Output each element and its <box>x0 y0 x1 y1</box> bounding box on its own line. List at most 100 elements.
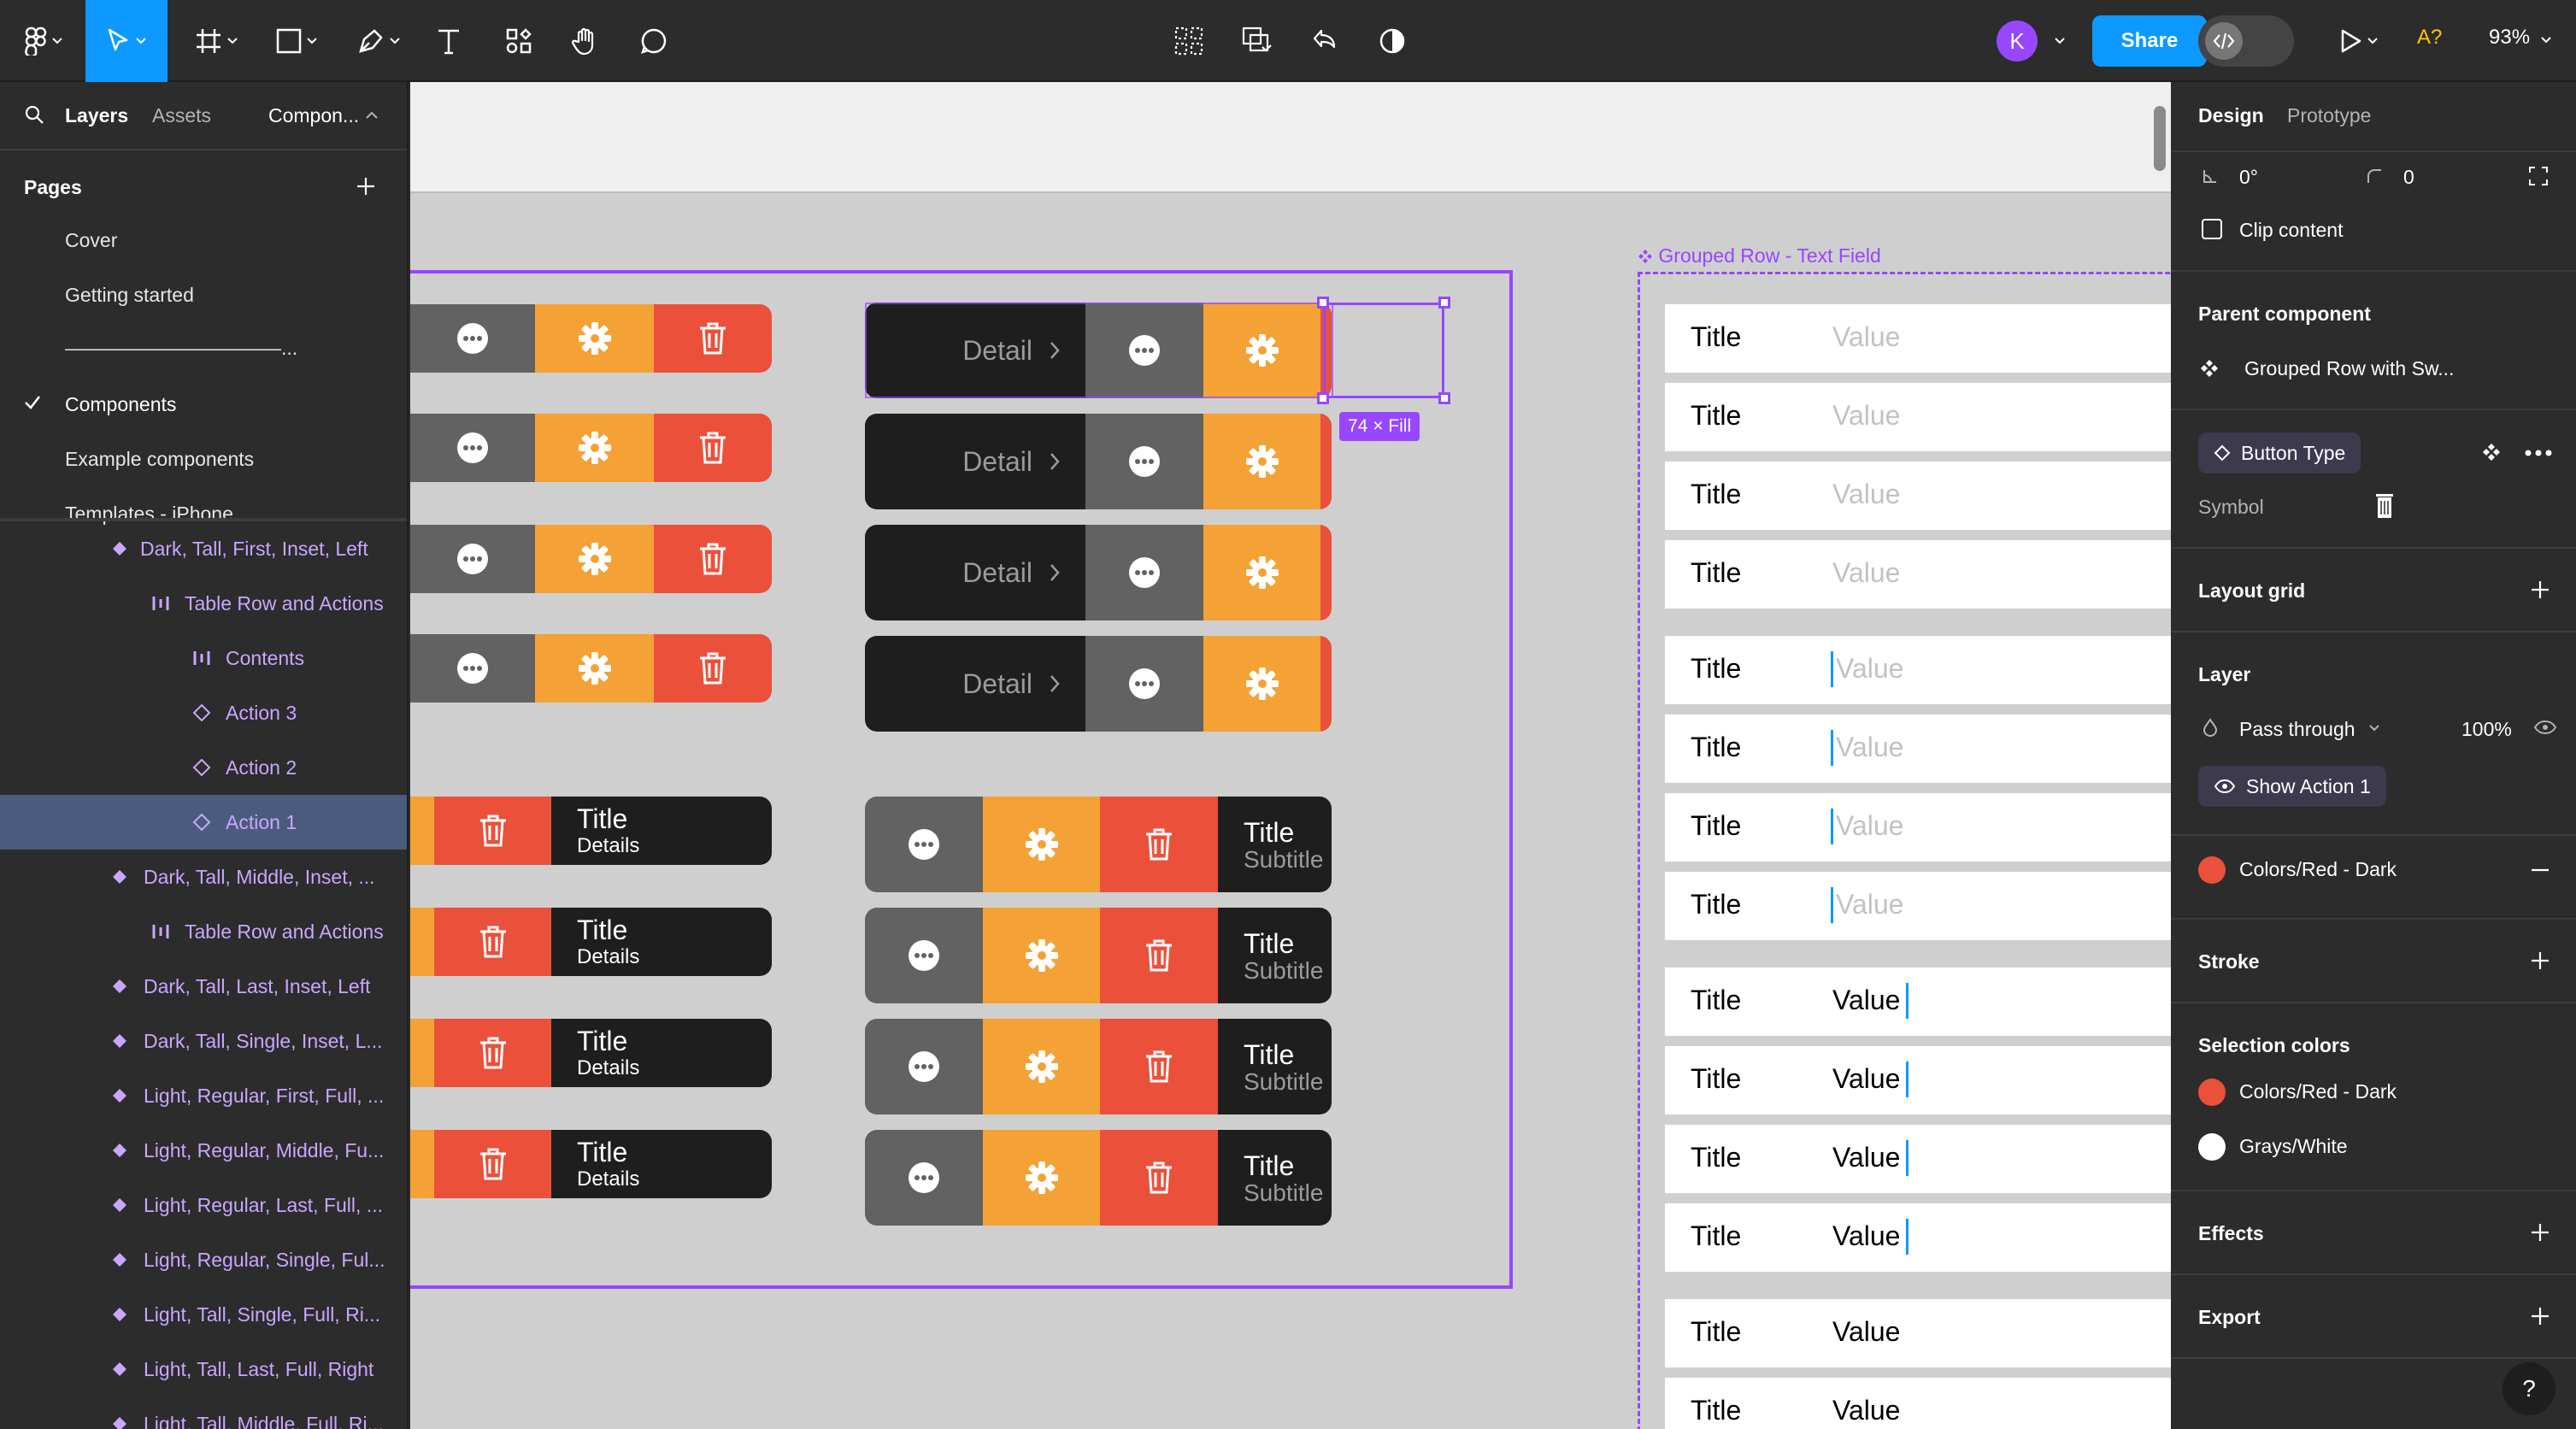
delete-action[interactable] <box>434 1130 551 1198</box>
field-value[interactable]: Value <box>1832 985 1900 1016</box>
swipe-row[interactable]: Title Details <box>410 1130 772 1198</box>
move-tool-button[interactable] <box>85 0 168 82</box>
more-action[interactable] <box>1085 636 1203 732</box>
add-page-icon[interactable] <box>356 176 376 197</box>
more-action[interactable] <box>865 1130 983 1226</box>
layer-row[interactable]: Table Row and Actions <box>0 904 407 959</box>
show-action-property[interactable]: Show Action 1 <box>2198 766 2386 807</box>
expand-corners-icon[interactable] <box>2528 166 2549 186</box>
pen-tool-button[interactable] <box>349 0 409 82</box>
resize-handle[interactable] <box>1438 297 1450 309</box>
remove-fill-icon[interactable] <box>2530 860 2550 880</box>
grid-layout-button[interactable] <box>1167 0 1210 82</box>
delete-action[interactable] <box>434 908 551 976</box>
selection-color-name[interactable]: Grays/White <box>2239 1135 2348 1158</box>
detail-action-row[interactable]: Detail <box>865 636 1332 732</box>
delete-action[interactable] <box>434 1019 551 1087</box>
more-action[interactable] <box>865 1019 983 1114</box>
fill-style-name[interactable]: Colors/Red - Dark <box>2239 858 2397 881</box>
page-item-components[interactable]: Components <box>65 393 176 416</box>
component-icon[interactable] <box>2482 443 2501 462</box>
text-field-row-filled[interactable]: Title Value <box>1665 1203 2171 1272</box>
field-value[interactable]: Value <box>1832 1395 1900 1426</box>
swipe-row-tall[interactable]: Title Subtitle <box>865 908 1332 1003</box>
selection-color-swatch[interactable] <box>2198 1133 2226 1161</box>
text-tool-button[interactable] <box>427 0 470 82</box>
settings-action[interactable] <box>983 908 1100 1003</box>
detail-action-row[interactable]: Detail <box>865 525 1332 620</box>
eye-icon[interactable] <box>2533 720 2557 735</box>
field-value[interactable]: Value <box>1832 479 1900 510</box>
main-menu-button[interactable] <box>15 0 72 82</box>
delete-action[interactable] <box>1320 636 1332 732</box>
selection-color-name[interactable]: Colors/Red - Dark <box>2239 1080 2397 1103</box>
text-field-row-focused[interactable]: Title Value <box>1665 714 2171 783</box>
add-effect-icon[interactable] <box>2530 1222 2550 1243</box>
field-value[interactable]: Value <box>1832 321 1900 353</box>
dev-mode-toggle[interactable] <box>2198 15 2294 67</box>
layer-row[interactable]: Table Row and Actions <box>0 576 407 631</box>
more-action[interactable] <box>1085 414 1203 509</box>
hand-tool-button[interactable] <box>564 0 607 82</box>
layer-row[interactable]: Contents <box>0 631 407 685</box>
more-action[interactable] <box>410 414 535 482</box>
frame-tool-button[interactable] <box>186 0 246 82</box>
settings-action[interactable] <box>1203 525 1320 620</box>
layer-row[interactable]: Action 2 <box>0 740 407 795</box>
corner-radius-input[interactable]: 0 <box>2403 166 2414 189</box>
parent-component-name[interactable]: Grouped Row with Sw... <box>2244 357 2454 380</box>
delete-action[interactable] <box>434 797 551 865</box>
selection-box[interactable] <box>1323 303 1444 398</box>
delete-action[interactable] <box>1100 908 1218 1003</box>
canvas[interactable]: Grouped Row - Text Field Detail Detail D… <box>410 82 2171 1429</box>
more-action[interactable] <box>865 797 983 892</box>
resources-tool-button[interactable] <box>497 0 540 82</box>
add-export-icon[interactable] <box>2530 1306 2550 1326</box>
field-value[interactable]: Value <box>1832 1316 1900 1348</box>
more-action[interactable] <box>410 525 535 593</box>
page-item-divider[interactable]: ———————————... <box>65 337 297 360</box>
text-field-row[interactable]: Title Value <box>1665 304 2171 373</box>
layer-row[interactable]: Light, Tall, Middle, Full, Ri... <box>0 1397 407 1429</box>
layer-row[interactable]: Dark, Tall, First, Inset, Left <box>0 521 407 576</box>
instance-swap-button[interactable] <box>1236 0 1279 82</box>
text-field-row-filled[interactable]: Title Value <box>1665 1125 2171 1193</box>
help-button[interactable]: ? <box>2502 1362 2555 1415</box>
action-row[interactable] <box>410 634 772 703</box>
settings-action[interactable] <box>535 634 654 703</box>
settings-action[interactable] <box>983 1130 1100 1226</box>
delete-action[interactable] <box>1320 414 1332 509</box>
swipe-row-tall[interactable]: Title Subtitle <box>865 797 1332 892</box>
delete-action[interactable] <box>1320 525 1332 620</box>
button-type-property[interactable]: Button Type <box>2198 432 2361 473</box>
zoom-menu[interactable]: 93% <box>2489 26 2551 50</box>
tab-assets[interactable]: Assets <box>152 104 211 127</box>
settings-action[interactable] <box>1203 414 1320 509</box>
title-cell[interactable]: Title Subtitle <box>1218 908 1332 1003</box>
trash-icon[interactable] <box>2376 494 2393 518</box>
page-item-example-components[interactable]: Example components <box>65 448 254 471</box>
title-cell[interactable]: Title Details <box>551 908 772 976</box>
field-value[interactable]: Value <box>1836 810 1903 842</box>
field-value[interactable]: Value <box>1832 1142 1900 1173</box>
delete-action[interactable] <box>654 414 772 482</box>
layer-row[interactable]: Dark, Tall, Single, Inset, L... <box>0 1014 407 1068</box>
detail-cell[interactable]: Detail <box>865 525 1085 620</box>
action-row[interactable] <box>410 304 772 373</box>
settings-action-partial[interactable] <box>410 908 434 976</box>
settings-action-partial[interactable] <box>410 797 434 865</box>
contrast-button[interactable] <box>1371 0 1414 82</box>
swipe-row[interactable]: Title Details <box>410 797 772 865</box>
layer-row[interactable]: Light, Tall, Single, Full, Ri... <box>0 1287 407 1342</box>
fill-swatch[interactable] <box>2198 856 2226 884</box>
shape-tool-button[interactable] <box>267 0 326 82</box>
settings-action[interactable] <box>535 414 654 482</box>
layer-row[interactable]: Light, Regular, Middle, Fu... <box>0 1123 407 1178</box>
resize-handle[interactable] <box>1317 392 1329 404</box>
settings-action[interactable] <box>535 304 654 373</box>
clip-content-checkbox[interactable] <box>2202 219 2222 239</box>
delete-action[interactable] <box>654 525 772 593</box>
resize-handle[interactable] <box>1438 392 1450 404</box>
title-cell[interactable]: Title Details <box>551 797 772 865</box>
swipe-row[interactable]: Title Details <box>410 1019 772 1087</box>
